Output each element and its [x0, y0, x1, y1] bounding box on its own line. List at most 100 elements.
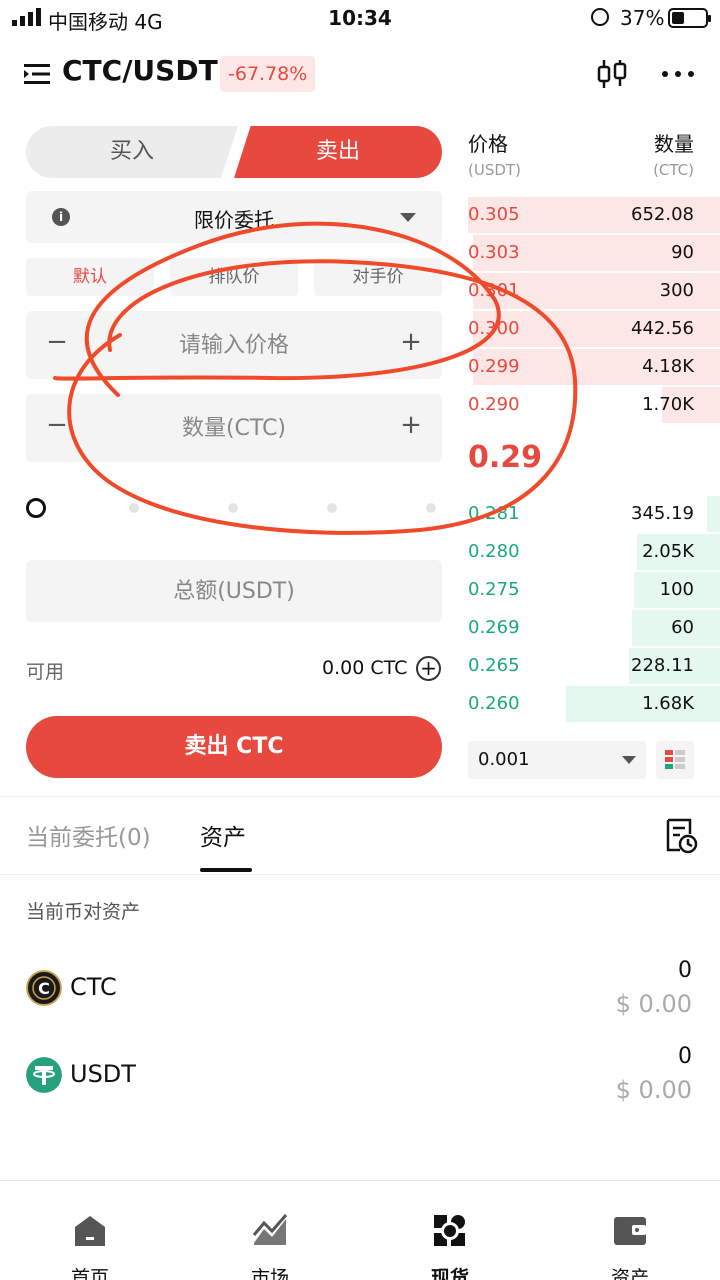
rotation-lock-icon	[591, 8, 609, 26]
more-options-icon[interactable]	[660, 64, 696, 84]
ask-qty: 442.56	[631, 318, 694, 339]
divider	[0, 874, 720, 875]
ctc-coin-icon: C	[26, 970, 62, 1006]
bid-price: 0.269	[468, 617, 520, 638]
bid-row[interactable]: 0.281 345.19	[468, 495, 720, 533]
sell-submit-button[interactable]: 卖出 CTC	[26, 716, 442, 778]
bid-qty: 2.05K	[642, 541, 694, 562]
bid-qty: 60	[671, 617, 694, 638]
usdt-coin-icon	[26, 1057, 62, 1093]
price-options: 默认 排队价 对手价	[26, 258, 442, 296]
candlestick-chart-icon[interactable]	[596, 58, 628, 90]
ask-price: 0.300	[468, 318, 520, 339]
divider	[0, 796, 720, 797]
section-label: 当前币对资产	[26, 901, 141, 923]
nav-market-label: 市场	[250, 1267, 289, 1280]
price-input[interactable]	[86, 321, 382, 369]
slider-step-100[interactable]	[426, 503, 436, 513]
ask-price: 0.303	[468, 242, 520, 263]
ask-qty: 300	[659, 280, 694, 301]
ask-price: 0.299	[468, 356, 520, 377]
orderbook-price-header: 价格 (USDT)	[468, 128, 521, 179]
bid-qty: 228.11	[631, 655, 694, 676]
buy-tab[interactable]: 买入	[26, 126, 238, 178]
bid-row[interactable]: 0.269 60	[468, 609, 720, 647]
battery-icon	[668, 8, 711, 28]
ask-row[interactable]: 0.290 1.70K	[468, 386, 720, 424]
price-decrease-button[interactable]: −	[42, 327, 72, 357]
nav-market[interactable]: 市场	[180, 1181, 360, 1280]
ask-price: 0.290	[468, 394, 520, 415]
ask-row[interactable]: 0.299 4.18K	[468, 348, 720, 386]
price-option-counter[interactable]: 对手价	[314, 258, 442, 296]
buy-sell-toggle: 买入 卖出	[26, 126, 442, 178]
svg-text:C: C	[38, 979, 50, 998]
bid-price: 0.281	[468, 503, 520, 524]
bid-price: 0.275	[468, 579, 520, 600]
slider-step-75[interactable]	[327, 503, 337, 513]
percentage-slider[interactable]	[26, 496, 442, 520]
ask-row[interactable]: 0.300 442.56	[468, 310, 720, 348]
order-history-icon[interactable]	[664, 818, 698, 854]
available-label: 可用	[26, 661, 65, 683]
bid-depth-bar	[707, 496, 720, 532]
bid-price: 0.280	[468, 541, 520, 562]
nav-assets[interactable]: 资产	[540, 1181, 720, 1280]
ask-row[interactable]: 0.305 652.08	[468, 196, 720, 234]
change-badge: -67.78%	[220, 56, 316, 92]
total-input[interactable]	[26, 568, 442, 614]
order-type-select[interactable]: i 限价委托	[26, 191, 442, 243]
active-tab-indicator	[200, 868, 252, 872]
bid-price: 0.260	[468, 693, 520, 714]
sell-tab[interactable]: 卖出	[234, 126, 442, 178]
nav-spot[interactable]: 现货	[360, 1181, 540, 1280]
bid-price: 0.265	[468, 655, 520, 676]
ask-row[interactable]: 0.301 300	[468, 272, 720, 310]
total-field	[26, 560, 442, 622]
asset-name: CTC	[70, 973, 117, 1001]
quantity-increase-button[interactable]: +	[396, 410, 426, 440]
quantity-decrease-button[interactable]: −	[42, 410, 72, 440]
nav-spot-label: 现货	[430, 1267, 469, 1280]
orderbook-layout-icon	[665, 750, 685, 769]
bid-row[interactable]: 0.260 1.68K	[468, 685, 720, 723]
orderbook-layout-button[interactable]	[656, 741, 694, 779]
slider-handle[interactable]	[26, 498, 46, 518]
bid-row[interactable]: 0.280 2.05K	[468, 533, 720, 571]
slider-step-25[interactable]	[129, 503, 139, 513]
chevron-down-icon	[400, 213, 416, 222]
qty-header-label: 数量	[654, 132, 694, 156]
tab-current-orders[interactable]: 当前委托(0)	[26, 818, 151, 852]
asset-usd-value: $ 0.00	[615, 990, 692, 1018]
nav-assets-label: 资产	[610, 1267, 649, 1280]
price-unit-label: (USDT)	[468, 161, 521, 179]
bid-row[interactable]: 0.275 100	[468, 571, 720, 609]
ask-qty: 90	[671, 242, 694, 263]
ask-qty: 1.70K	[642, 394, 694, 415]
quantity-input[interactable]	[86, 404, 382, 452]
order-type-label: 限价委托	[194, 208, 274, 232]
depth-precision-select[interactable]: 0.001	[468, 741, 646, 779]
asset-amount: 0	[678, 958, 692, 983]
quantity-field: − +	[26, 394, 442, 462]
bid-qty: 1.68K	[642, 693, 694, 714]
plus-circle-icon[interactable]: +	[416, 656, 441, 681]
nav-home[interactable]: 首页	[0, 1181, 180, 1280]
slider-step-50[interactable]	[228, 503, 238, 513]
pair-menu-icon[interactable]	[24, 62, 52, 86]
ask-price: 0.305	[468, 204, 520, 225]
tab-assets[interactable]: 资产	[200, 818, 246, 852]
price-option-default[interactable]: 默认	[26, 258, 154, 296]
spot-trade-icon	[434, 1215, 465, 1246]
battery-percent: 37%	[620, 6, 665, 30]
pair-title[interactable]: CTC/USDT	[62, 54, 218, 87]
status-bar: 中国移动 4G 10:34 37%	[0, 0, 720, 36]
available-value: 0.00 CTC	[322, 657, 408, 679]
bid-row[interactable]: 0.265 228.11	[468, 647, 720, 685]
price-increase-button[interactable]: +	[396, 327, 426, 357]
chevron-down-icon	[622, 756, 636, 764]
ask-row[interactable]: 0.303 90	[468, 234, 720, 272]
asset-usd-value: $ 0.00	[615, 1076, 692, 1104]
ask-price: 0.301	[468, 280, 520, 301]
price-option-queue[interactable]: 排队价	[170, 258, 298, 296]
